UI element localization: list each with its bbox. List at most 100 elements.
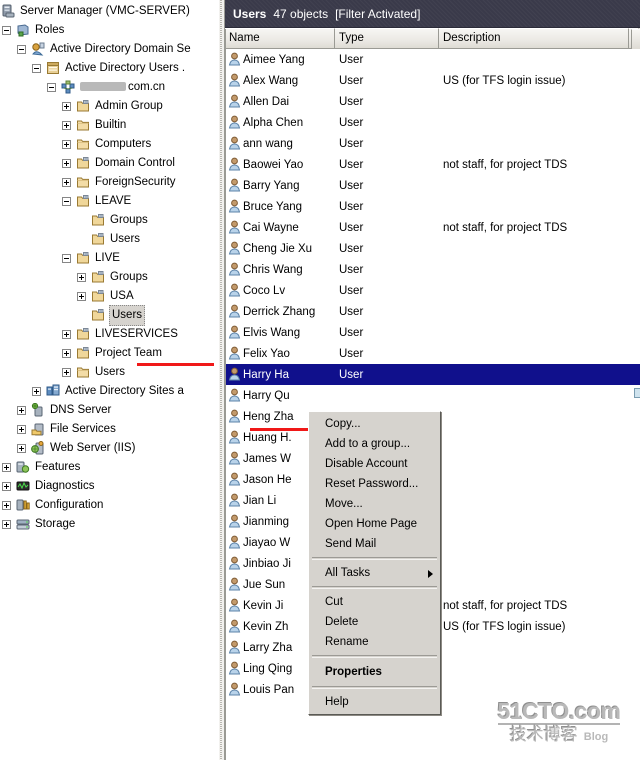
column-header-row[interactable]: Name Type Description: [225, 28, 640, 49]
expand-plus-icon[interactable]: [62, 102, 71, 111]
expand-plus-icon[interactable]: [2, 482, 11, 491]
menu-item-disable-account[interactable]: Disable Account: [309, 454, 440, 474]
expand-plus-icon[interactable]: [62, 368, 71, 377]
column-header-type[interactable]: Type: [335, 28, 439, 48]
expander-cell[interactable]: [15, 401, 30, 420]
expander-cell[interactable]: [0, 477, 15, 496]
expander-cell[interactable]: [30, 59, 45, 78]
tree-item-configuration[interactable]: Configuration: [0, 496, 218, 515]
table-row[interactable]: Coco Lv User: [225, 280, 640, 301]
table-row[interactable]: Barry Yang User: [225, 175, 640, 196]
tree-item-users[interactable]: Users: [0, 230, 218, 249]
tree-item-groups[interactable]: Groups: [0, 268, 218, 287]
menu-item-reset-password[interactable]: Reset Password...: [309, 474, 440, 494]
console-tree-pane[interactable]: Server Manager (VMC-SERVER) Roles Active D…: [0, 0, 218, 760]
tree-item-foreignsecurity[interactable]: ForeignSecurity: [0, 173, 218, 192]
table-row[interactable]: Cheng Jie Xu User: [225, 238, 640, 259]
table-row[interactable]: Felix Yao User: [225, 343, 640, 364]
expand-plus-icon[interactable]: [62, 140, 71, 149]
table-row[interactable]: ann wang User: [225, 133, 640, 154]
expander-cell[interactable]: [15, 439, 30, 458]
expander-cell[interactable]: [0, 515, 15, 534]
table-row[interactable]: Alex Wang User US (for TFS login issue): [225, 70, 640, 91]
expander-cell[interactable]: [60, 249, 75, 268]
table-row[interactable]: Harry Qu: [225, 385, 640, 406]
menu-item-move[interactable]: Move...: [309, 494, 440, 514]
expand-plus-icon[interactable]: [32, 387, 41, 396]
expander-cell[interactable]: [60, 192, 75, 211]
menu-item-help[interactable]: Help: [309, 692, 440, 712]
tree-item-usa[interactable]: USA: [0, 287, 218, 306]
menu-item-open-home-page[interactable]: Open Home Page: [309, 514, 440, 534]
expand-plus-icon[interactable]: [17, 425, 26, 434]
table-row[interactable]: Baowei Yao User not staff, for project TDS: [225, 154, 640, 175]
table-row[interactable]: Cai Wayne User not staff, for project TDS: [225, 217, 640, 238]
collapse-minus-icon[interactable]: [32, 64, 41, 73]
expand-plus-icon[interactable]: [77, 292, 86, 301]
table-row[interactable]: Derrick Zhang User: [225, 301, 640, 322]
tree-item-com-cn[interactable]: com.cn: [0, 78, 218, 97]
expand-plus-icon[interactable]: [62, 330, 71, 339]
expand-plus-icon[interactable]: [62, 121, 71, 130]
expander-cell[interactable]: [15, 40, 30, 59]
collapse-minus-icon[interactable]: [17, 45, 26, 54]
tree-item-diagnostics[interactable]: Diagnostics: [0, 477, 218, 496]
expander-cell[interactable]: [60, 116, 75, 135]
table-row[interactable]: Harry Ha User: [225, 364, 640, 385]
tree-item-features[interactable]: Features: [0, 458, 218, 477]
expander-cell[interactable]: [0, 458, 15, 477]
expander-cell[interactable]: [0, 21, 15, 40]
menu-item-delete[interactable]: Delete: [309, 612, 440, 632]
context-menu[interactable]: Copy... Add to a group... Disable Account R…: [308, 411, 441, 715]
expand-plus-icon[interactable]: [62, 159, 71, 168]
expander-cell[interactable]: [60, 154, 75, 173]
column-header-description[interactable]: Description: [439, 28, 629, 48]
tree-item-computers[interactable]: Computers: [0, 135, 218, 154]
expand-plus-icon[interactable]: [77, 273, 86, 282]
tree-item-active-directory-users[interactable]: Active Directory Users .: [0, 59, 218, 78]
tree-item-admin-group[interactable]: Admin Group: [0, 97, 218, 116]
expander-cell[interactable]: [60, 97, 75, 116]
expand-plus-icon[interactable]: [62, 178, 71, 187]
pane-splitter[interactable]: [218, 0, 225, 760]
tree-item-live[interactable]: LIVE: [0, 249, 218, 268]
expander-cell[interactable]: [60, 344, 75, 363]
menu-item-send-mail[interactable]: Send Mail: [309, 534, 440, 554]
collapse-minus-icon[interactable]: [2, 26, 11, 35]
tree-item-project-team[interactable]: Project Team: [0, 344, 218, 363]
tree-item-active-directory-sites-a[interactable]: Active Directory Sites a: [0, 382, 218, 401]
expander-cell[interactable]: [45, 78, 60, 97]
tree-item-storage[interactable]: Storage: [0, 515, 218, 534]
table-row[interactable]: Allen Dai User: [225, 91, 640, 112]
collapse-minus-icon[interactable]: [47, 83, 56, 92]
expand-plus-icon[interactable]: [62, 349, 71, 358]
tree-item-leave[interactable]: LEAVE: [0, 192, 218, 211]
expander-cell[interactable]: [60, 135, 75, 154]
expand-plus-icon[interactable]: [2, 501, 11, 510]
table-row[interactable]: Aimee Yang User: [225, 49, 640, 70]
tree-item-liveservices[interactable]: LIVESERVICES: [0, 325, 218, 344]
expand-plus-icon[interactable]: [2, 520, 11, 529]
tree-item-groups[interactable]: Groups: [0, 211, 218, 230]
expander-cell[interactable]: [30, 382, 45, 401]
tree-item-web-server-iis[interactable]: Web Server (IIS): [0, 439, 218, 458]
expander-cell[interactable]: [15, 420, 30, 439]
expander-cell[interactable]: [60, 363, 75, 382]
tree-item-active-directory-domain-se[interactable]: Active Directory Domain Se: [0, 40, 218, 59]
collapse-minus-icon[interactable]: [62, 254, 71, 263]
menu-item-rename[interactable]: Rename: [309, 632, 440, 652]
column-header-name[interactable]: Name: [225, 28, 335, 48]
table-row[interactable]: Alpha Chen User: [225, 112, 640, 133]
menu-item-all-tasks[interactable]: All Tasks: [309, 563, 440, 583]
tree-item-domain-control[interactable]: Domain Control: [0, 154, 218, 173]
expand-plus-icon[interactable]: [17, 444, 26, 453]
expander-cell[interactable]: [60, 325, 75, 344]
expand-plus-icon[interactable]: [2, 463, 11, 472]
tree-item-server-manager-vmc-server[interactable]: Server Manager (VMC-SERVER): [0, 2, 218, 21]
expander-cell[interactable]: [75, 287, 90, 306]
expander-cell[interactable]: [75, 268, 90, 287]
tree-item-file-services[interactable]: File Services: [0, 420, 218, 439]
menu-item-cut[interactable]: Cut: [309, 592, 440, 612]
tree-item-users[interactable]: Users: [0, 305, 218, 326]
menu-item-add-to-a-group[interactable]: Add to a group...: [309, 434, 440, 454]
